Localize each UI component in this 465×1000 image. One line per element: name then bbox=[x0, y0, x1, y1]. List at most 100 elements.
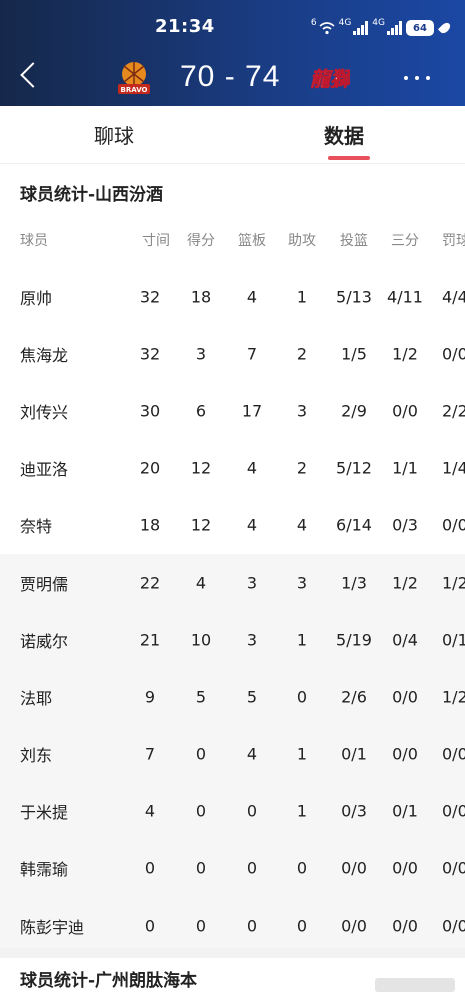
stat-cell: 1 bbox=[296, 744, 308, 764]
stat-cell: 5/12 bbox=[336, 458, 372, 478]
player-name: 奈特 bbox=[20, 517, 53, 537]
stat-cell: 0/4 bbox=[392, 630, 418, 650]
stat-cell: 4 bbox=[195, 573, 207, 593]
stat-cell: 0 bbox=[246, 858, 258, 878]
col-time: 寸间 bbox=[142, 233, 170, 249]
stat-cell: 0/3 bbox=[341, 801, 367, 821]
stat-cell: 4/4 bbox=[442, 287, 465, 307]
stat-cell: 0/0 bbox=[341, 858, 367, 878]
stat-cell: 0/1 bbox=[442, 630, 465, 650]
player-name: 法耶 bbox=[20, 688, 53, 708]
tab-chat[interactable]: 聊球 bbox=[94, 120, 134, 149]
stat-cell: 1/3 bbox=[341, 573, 367, 593]
table-row[interactable]: 焦海龙 32 3 7 2 1/5 1/2 0/0 bbox=[0, 325, 465, 382]
table-row[interactable]: 迪亚洛 20 12 4 2 5/12 1/1 1/4 bbox=[0, 440, 465, 497]
stat-cell: 0/0 bbox=[442, 515, 465, 535]
stat-cell: 21 bbox=[139, 630, 161, 650]
stat-cell: 6 bbox=[195, 401, 207, 421]
bottom-area: 球员统计-广州朗肽海本 bbox=[0, 948, 465, 1000]
table-row[interactable]: 刘传兴 30 6 17 3 2/9 0/0 2/2 bbox=[0, 382, 465, 439]
clock: 21:34 bbox=[155, 16, 215, 37]
stat-cell: 10 bbox=[190, 630, 212, 650]
table-row[interactable]: 陈彭宇迪 0 0 0 0 0/0 0/0 0/0 bbox=[0, 897, 465, 955]
stat-cell: 1/4 bbox=[442, 458, 465, 478]
stat-cell: 0/0 bbox=[392, 687, 418, 707]
stat-cell: 9 bbox=[144, 687, 156, 707]
stat-cell: 4 bbox=[246, 458, 258, 478]
table-body: 原帅 32 18 4 1 5/13 4/11 4/4 焦海龙 32 3 7 2 1/5 1/2 0/0 刘传兴 3… bbox=[0, 268, 465, 955]
stat-cell: 4 bbox=[246, 744, 258, 764]
stat-cell: 1/2 bbox=[392, 573, 418, 593]
stat-cell: 18 bbox=[190, 287, 212, 307]
svg-text:龍獅: 龍獅 bbox=[310, 67, 350, 91]
stat-cell: 0 bbox=[195, 916, 207, 936]
player-name: 焦海龙 bbox=[20, 345, 69, 365]
signal-icon-2 bbox=[387, 21, 402, 35]
player-name: 于米提 bbox=[20, 803, 69, 823]
table-row[interactable]: 贾明儒 22 4 3 3 1/3 1/2 1/2 bbox=[0, 553, 465, 612]
table-row[interactable]: 韩霈瑜 0 0 0 0 0/0 0/0 0/0 bbox=[0, 839, 465, 898]
stat-cell: 1/2 bbox=[442, 687, 465, 707]
stat-cell: 32 bbox=[139, 287, 161, 307]
stat-cell: 0/3 bbox=[392, 515, 418, 535]
stat-cell: 3 bbox=[296, 573, 308, 593]
away-team-logo: 龍獅 bbox=[310, 62, 355, 94]
tab-stats[interactable]: 数据 bbox=[324, 120, 364, 149]
stat-cell: 12 bbox=[190, 458, 212, 478]
more-icon[interactable] bbox=[404, 76, 430, 80]
tab-bar: 聊球 数据 bbox=[0, 106, 465, 164]
stat-cell: 0/0 bbox=[442, 801, 465, 821]
player-name: 迪亚洛 bbox=[20, 460, 69, 480]
score: 70 - 74 bbox=[180, 60, 281, 93]
player-name: 陈彭宇迪 bbox=[20, 917, 85, 937]
stat-cell: 17 bbox=[241, 401, 263, 421]
stat-cell: 0/0 bbox=[442, 344, 465, 364]
table-row[interactable]: 原帅 32 18 4 1 5/13 4/11 4/4 bbox=[0, 268, 465, 325]
stat-cell: 12 bbox=[190, 515, 212, 535]
stat-cell: 0/1 bbox=[392, 801, 418, 821]
table-row[interactable]: 法耶 9 5 5 0 2/6 0/0 1/2 bbox=[0, 668, 465, 726]
stat-cell: 0/1 bbox=[341, 744, 367, 764]
back-icon[interactable] bbox=[20, 62, 46, 88]
stat-cell: 0 bbox=[144, 916, 156, 936]
stat-cell: 0 bbox=[246, 801, 258, 821]
stat-cell: 30 bbox=[139, 401, 161, 421]
stat-cell: 3 bbox=[246, 630, 258, 650]
stat-cell: 3 bbox=[246, 573, 258, 593]
col-player: 球员 bbox=[20, 233, 48, 249]
player-name: 原帅 bbox=[20, 288, 53, 308]
table-row[interactable]: 奈特 18 12 4 4 6/14 0/3 0/0 bbox=[0, 497, 465, 554]
battery-icon: 64 bbox=[406, 20, 434, 36]
stat-cell: 4 bbox=[246, 287, 258, 307]
stat-cell: 1/1 bbox=[392, 458, 418, 478]
stat-cell: 20 bbox=[139, 458, 161, 478]
status-bar: 21:34 6 4G 4G 64 bbox=[0, 16, 465, 44]
stat-cell: 2 bbox=[296, 458, 308, 478]
stat-cell: 0/0 bbox=[442, 744, 465, 764]
stat-cell: 4 bbox=[144, 801, 156, 821]
wifi-icon bbox=[319, 21, 335, 35]
stat-cell: 0/0 bbox=[392, 858, 418, 878]
match-header: 21:34 6 4G 4G 64 BRAVO 70 - 74 龍獅 bbox=[0, 0, 465, 106]
stat-cell: 0 bbox=[195, 801, 207, 821]
section-title-home: 球员统计-山西汾酒 bbox=[20, 185, 164, 205]
table-row[interactable]: 于米提 4 0 0 1 0/3 0/1 0/0 bbox=[0, 782, 465, 840]
stat-cell: 0 bbox=[246, 916, 258, 936]
stat-cell: 1 bbox=[296, 801, 308, 821]
col-3pt: 三分 bbox=[391, 233, 419, 249]
table-row[interactable]: 刘东 7 0 4 1 0/1 0/0 0/0 bbox=[0, 725, 465, 783]
table-header: 球员 寸间 得分 篮板 助攻 投篮 三分 罚球 bbox=[0, 212, 465, 268]
signal-icon bbox=[353, 21, 369, 35]
stat-cell: 5 bbox=[195, 687, 207, 707]
stat-cell: 0 bbox=[195, 744, 207, 764]
stat-cell: 1/2 bbox=[392, 344, 418, 364]
stat-cell: 0/0 bbox=[442, 858, 465, 878]
stat-cell: 0 bbox=[296, 687, 308, 707]
stat-cell: 4/11 bbox=[387, 287, 423, 307]
table-row[interactable]: 诺威尔 21 10 3 1 5/19 0/4 0/1 bbox=[0, 611, 465, 669]
section-title-away: 球员统计-广州朗肽海本 bbox=[20, 971, 198, 991]
stat-cell: 5 bbox=[246, 687, 258, 707]
col-rebounds: 篮板 bbox=[238, 233, 266, 249]
stat-cell: 2/9 bbox=[341, 401, 367, 421]
stat-cell: 0/0 bbox=[442, 916, 465, 936]
